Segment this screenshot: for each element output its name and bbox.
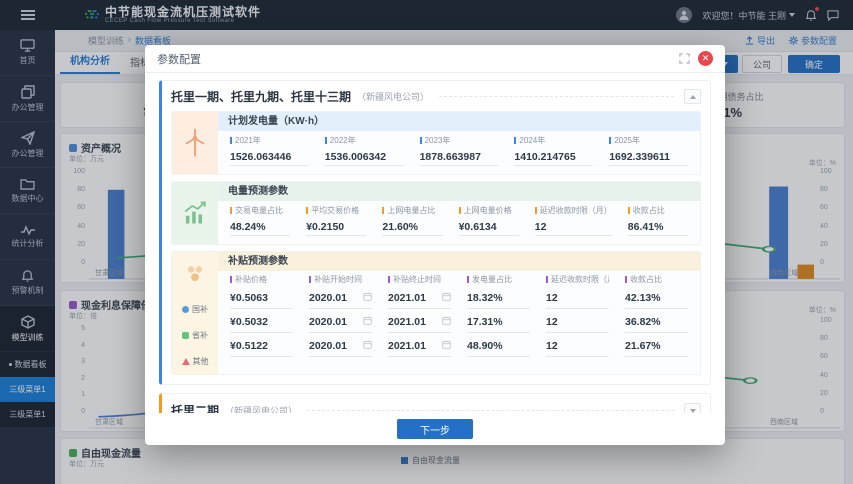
qita-collect-input[interactable]: 21.67% <box>625 335 688 357</box>
guobu-icon <box>182 306 189 313</box>
expand-group-button[interactable] <box>684 403 701 413</box>
field-2024: 2024年 1410.214765 <box>514 135 593 166</box>
subsidy-forecast-block: 国补 省补 其他 补贴预测参数 补贴价格 补贴开始时间 补贴终止时间 发电量占比… <box>171 251 701 375</box>
field-2025: 2025年 1692.339611 <box>609 135 688 166</box>
guobu-collect-input[interactable]: 42.13% <box>625 287 688 309</box>
row-label-shengbu: 省补 <box>182 322 208 348</box>
qita-gen-input[interactable]: 48.90% <box>467 335 530 357</box>
field-2022: 2022年 1536.006342 <box>325 135 404 166</box>
field-input[interactable]: ¥0.2150 <box>306 218 366 236</box>
field-grid-price: 上网电量价格 ¥0.6134 <box>459 205 519 236</box>
close-button[interactable]: ✕ <box>698 51 713 66</box>
chevron-down-icon <box>690 409 696 413</box>
block-icon-col <box>172 112 218 174</box>
field-input[interactable]: 1526.063446 <box>230 148 309 166</box>
field-input[interactable]: 1692.339611 <box>609 148 688 166</box>
guobu-price-input[interactable]: ¥0.5063 <box>230 287 293 309</box>
group-title: 托里一期、托里九期、托里十三期 <box>171 88 351 105</box>
next-step-button[interactable]: 下一步 <box>397 419 473 439</box>
calendar-icon[interactable] <box>363 316 372 328</box>
field-input[interactable]: 86.41% <box>628 218 688 236</box>
calendar-icon[interactable] <box>442 316 451 328</box>
field-input[interactable]: 12 <box>535 218 612 236</box>
screen: 首页 办公管理 办公管理 数据中心 统计分析 预警机制 模型训练 <box>0 0 853 484</box>
guobu-gen-input[interactable]: 18.32% <box>467 287 530 309</box>
block-title: 电量预测参数 <box>218 182 700 201</box>
field-input[interactable]: 1536.006342 <box>325 148 404 166</box>
modal-body: 托里一期、托里九期、托里十三期 （新疆风电公司） 计划发电量（KW·h） <box>145 73 725 413</box>
modal-title: 参数配置 <box>157 51 201 67</box>
column-header: 补贴开始时间 <box>309 274 372 285</box>
calendar-icon[interactable] <box>363 340 372 352</box>
calendar-icon[interactable] <box>363 292 372 304</box>
shengbu-icon <box>182 332 189 339</box>
shengbu-gen-input[interactable]: 17.31% <box>467 311 530 333</box>
fullscreen-button[interactable] <box>679 53 690 64</box>
block-icon-col <box>172 182 218 244</box>
guobu-end-input[interactable]: 2021.01 <box>388 287 451 309</box>
project-group-1: 托里一期、托里九期、托里十三期 （新疆风电公司） 计划发电量（KW·h） <box>159 80 711 385</box>
divider <box>307 410 674 411</box>
block-title: 计划发电量（KW·h） <box>218 112 700 131</box>
project-group-2: 托里二期 （新疆风电公司） <box>159 393 711 413</box>
group-title: 托里二期 <box>171 402 219 413</box>
row-label-guobu: 国补 <box>182 296 208 322</box>
shengbu-delay-input[interactable]: 12 <box>546 311 609 333</box>
chevron-up-icon <box>690 95 696 99</box>
column-header: 补贴终止时间 <box>388 274 451 285</box>
calendar-icon[interactable] <box>442 340 451 352</box>
power-forecast-block: 电量预测参数 交易电量占比 48.24% 平均交易价格 ¥0.2150 <box>171 181 701 245</box>
qita-delay-input[interactable]: 12 <box>546 335 609 357</box>
column-header: 补贴价格 <box>230 274 293 285</box>
row-label-qita: 其他 <box>182 348 209 374</box>
field-trade-ratio: 交易电量占比 48.24% <box>230 205 290 236</box>
qita-price-input[interactable]: ¥0.5122 <box>230 335 293 357</box>
shengbu-end-input[interactable]: 2021.01 <box>388 311 451 333</box>
field-2021: 2021年 1526.063446 <box>230 135 309 166</box>
field-input[interactable]: 1410.214765 <box>514 148 593 166</box>
field-input[interactable]: 1878.663987 <box>420 148 499 166</box>
subsidy-icon <box>182 261 208 287</box>
field-input[interactable]: 21.60% <box>382 218 442 236</box>
shengbu-price-input[interactable]: ¥0.5032 <box>230 311 293 333</box>
qita-end-input[interactable]: 2021.01 <box>388 335 451 357</box>
modal-header: 参数配置 ✕ <box>145 45 725 73</box>
plan-generation-block: 计划发电量（KW·h） 2021年 1526.063446 2022年 1536… <box>171 111 701 175</box>
field-delay-months: 延迟收款时限（月） 12 <box>535 205 612 236</box>
field-grid-ratio: 上网电量占比 21.60% <box>382 205 442 236</box>
group-company: （新疆风电公司） <box>357 90 429 103</box>
field-2023: 2023年 1878.663987 <box>420 135 499 166</box>
column-header: 收款占比 <box>625 274 688 285</box>
column-header: 延迟收款时限（月） <box>546 274 609 285</box>
divider <box>439 96 674 97</box>
field-avg-price: 平均交易价格 ¥0.2150 <box>306 205 366 236</box>
block-title: 补贴预测参数 <box>218 252 700 271</box>
qita-icon <box>182 358 190 365</box>
guobu-start-input[interactable]: 2020.01 <box>309 287 372 309</box>
modal-footer: 下一步 <box>145 413 725 445</box>
collapse-button[interactable] <box>684 89 701 104</box>
block-icon-col: 国补 省补 其他 <box>172 252 218 374</box>
calendar-icon[interactable] <box>442 292 451 304</box>
field-collect-ratio: 收款占比 86.41% <box>628 205 688 236</box>
qita-start-input[interactable]: 2020.01 <box>309 335 372 357</box>
guobu-delay-input[interactable]: 12 <box>546 287 609 309</box>
wind-turbine-icon <box>180 126 210 160</box>
shengbu-start-input[interactable]: 2020.01 <box>309 311 372 333</box>
group-company: （新疆风电公司） <box>225 404 297 413</box>
growth-chart-icon <box>181 199 209 227</box>
column-header: 发电量占比 <box>467 274 530 285</box>
params-config-modal: 参数配置 ✕ 托里一期、托里九期、托里十三期 （新疆风电公司） <box>145 45 725 445</box>
shengbu-collect-input[interactable]: 36.82% <box>625 311 688 333</box>
field-input[interactable]: ¥0.6134 <box>459 218 519 236</box>
expand-icon <box>679 53 690 64</box>
field-input[interactable]: 48.24% <box>230 218 290 236</box>
